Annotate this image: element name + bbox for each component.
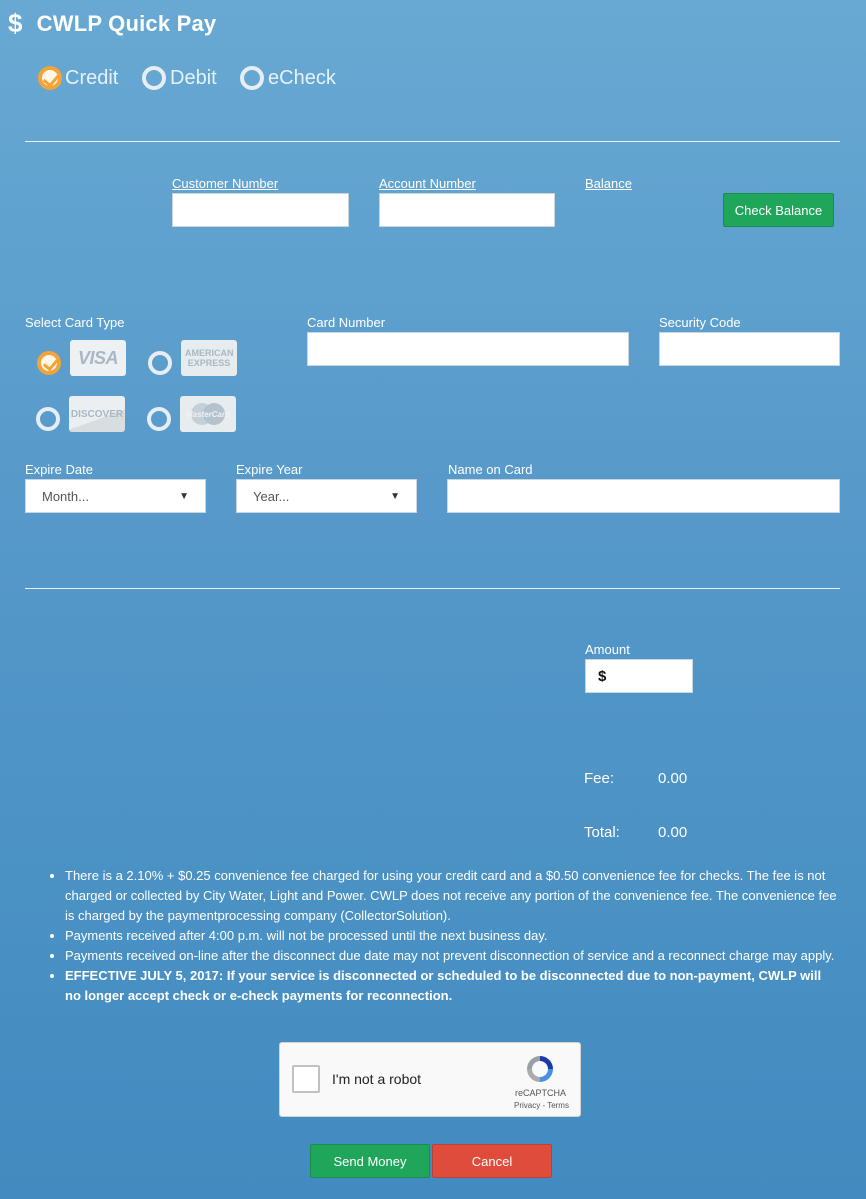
- list-item: EFFECTIVE JULY 5, 2017: If your service …: [65, 966, 840, 1006]
- card-radio-discover[interactable]: [36, 407, 60, 431]
- page-title-text: CWLP Quick Pay: [36, 10, 217, 36]
- list-item: There is a 2.10% + $0.25 convenience fee…: [65, 866, 840, 926]
- visa-icon[interactable]: VISA: [70, 340, 126, 376]
- recaptcha-links[interactable]: Privacy - Terms: [514, 1101, 569, 1110]
- radio-credit-label: Credit: [65, 66, 119, 89]
- discover-icon[interactable]: DISCOVER: [69, 396, 125, 432]
- total-value: 0.00: [658, 824, 688, 841]
- amount-label: Amount: [585, 642, 630, 657]
- cancel-button[interactable]: Cancel: [432, 1144, 552, 1178]
- page-title: $ CWLP Quick Pay: [8, 8, 216, 39]
- card-number-input[interactable]: [307, 332, 629, 366]
- chevron-down-icon: ▼: [390, 490, 400, 502]
- radio-debit[interactable]: Debit: [142, 66, 217, 90]
- expire-year-select[interactable]: Year... ▼: [236, 479, 417, 513]
- name-on-card-input[interactable]: [447, 479, 840, 513]
- balance-label[interactable]: Balance: [585, 176, 632, 191]
- select-card-type-label: Select Card Type: [25, 315, 125, 330]
- mastercard-logo-text: MasterCard: [185, 409, 230, 419]
- amount-prefix: $: [598, 667, 607, 685]
- list-item: Payments received on-line after the disc…: [65, 946, 840, 966]
- radio-echeck[interactable]: eCheck: [240, 66, 336, 90]
- radio-unchecked-icon: [142, 66, 166, 90]
- recaptcha-widget: I'm not a robot reCAPTCHA Privacy - Term…: [279, 1042, 581, 1117]
- chevron-down-icon: ▼: [179, 490, 189, 502]
- expire-month-value: Month...: [42, 488, 89, 504]
- name-on-card-label: Name on Card: [448, 462, 533, 477]
- radio-credit[interactable]: Credit: [38, 66, 118, 90]
- account-number-label[interactable]: Account Number: [379, 176, 476, 191]
- divider: [25, 141, 840, 142]
- radio-echeck-label: eCheck: [268, 66, 336, 89]
- card-radio-mastercard[interactable]: [147, 407, 171, 431]
- amex-logo-text: AMERICAN EXPRESS: [185, 348, 234, 368]
- visa-logo-text: VISA: [77, 347, 119, 368]
- mastercard-icon[interactable]: MasterCard: [180, 396, 236, 432]
- radio-checked-icon: [38, 66, 62, 90]
- fee-label: Fee:: [584, 770, 615, 787]
- card-number-label: Card Number: [307, 315, 386, 330]
- radio-debit-label: Debit: [170, 66, 217, 89]
- account-number-input[interactable]: [379, 193, 555, 227]
- security-code-label: Security Code: [659, 315, 741, 330]
- check-balance-button[interactable]: Check Balance: [723, 193, 834, 227]
- recaptcha-label: I'm not a robot: [332, 1071, 422, 1087]
- card-radio-amex[interactable]: [148, 351, 172, 375]
- expire-month-select[interactable]: Month... ▼: [25, 479, 206, 513]
- list-item: Payments received after 4:00 p.m. will n…: [65, 926, 840, 946]
- expire-year-value: Year...: [253, 488, 290, 504]
- dollar-icon: $: [8, 8, 23, 38]
- recaptcha-brand: reCAPTCHA: [515, 1088, 567, 1098]
- discover-logo-text: DISCOVER: [70, 408, 124, 420]
- card-radio-visa[interactable]: [37, 351, 61, 375]
- expire-date-label: Expire Date: [25, 462, 93, 477]
- customer-number-label[interactable]: Customer Number: [172, 176, 278, 191]
- fee-notes: There is a 2.10% + $0.25 convenience fee…: [40, 866, 840, 1006]
- radio-unchecked-icon: [240, 66, 264, 90]
- expire-year-label: Expire Year: [236, 462, 303, 477]
- send-money-button[interactable]: Send Money: [310, 1144, 430, 1178]
- divider: [25, 588, 840, 589]
- security-code-input[interactable]: [659, 332, 840, 366]
- recaptcha-checkbox[interactable]: [292, 1065, 320, 1093]
- fee-value: 0.00: [658, 770, 688, 787]
- customer-number-input[interactable]: [172, 193, 349, 227]
- recaptcha-logo-icon: [527, 1056, 553, 1082]
- amount-input[interactable]: $: [585, 659, 693, 693]
- amex-icon[interactable]: AMERICAN EXPRESS: [181, 340, 237, 376]
- total-label: Total:: [584, 824, 620, 841]
